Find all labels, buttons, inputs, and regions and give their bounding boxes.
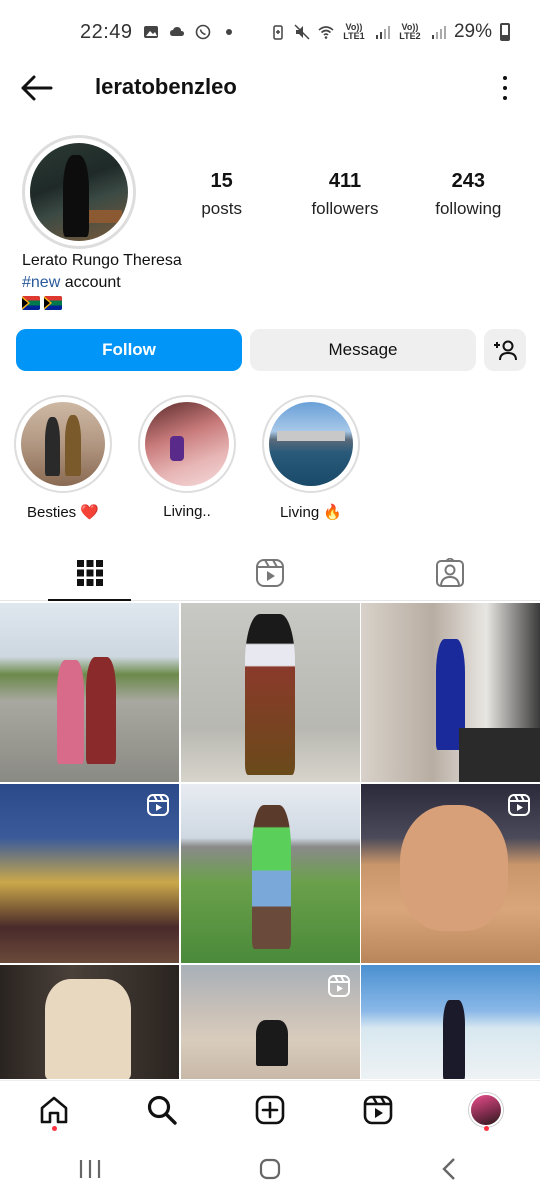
reel-badge-icon	[327, 975, 350, 997]
recent-apps-icon	[79, 1160, 101, 1178]
profile-stats: 15 posts 411 followers 243 following	[160, 170, 530, 219]
following-label: following	[435, 199, 502, 218]
follow-button[interactable]: Follow	[16, 329, 242, 371]
battery-percent: 29%	[453, 21, 492, 42]
nav-profile[interactable]	[456, 1085, 516, 1135]
profile-avatar[interactable]	[22, 135, 136, 249]
followers-label: followers	[311, 199, 379, 218]
clock: 22:49	[80, 20, 133, 43]
post-thumbnail[interactable]	[0, 603, 179, 782]
reels-icon	[363, 1095, 393, 1124]
post-thumbnail[interactable]	[361, 603, 540, 782]
nav-home[interactable]	[24, 1085, 84, 1135]
bottom-nav	[0, 1080, 540, 1138]
full-name: Lerato Rungo Theresa	[22, 252, 182, 269]
home-icon	[40, 1096, 68, 1123]
bio-hashtag-link[interactable]: #new	[22, 274, 60, 291]
grid-icon	[77, 559, 103, 586]
more-options-icon[interactable]	[500, 76, 510, 100]
tagged-icon	[436, 557, 464, 587]
following-stat[interactable]: 243 following	[413, 170, 523, 219]
highlight-item[interactable]: Living..	[138, 395, 236, 521]
message-button[interactable]: Message	[250, 329, 476, 371]
post-thumbnail[interactable]	[0, 965, 179, 1079]
highlight-item[interactable]: Living 🔥	[262, 395, 360, 521]
chevron-left-icon	[442, 1158, 455, 1180]
post-thumbnail[interactable]	[0, 784, 179, 963]
south-africa-flag-icon	[22, 296, 40, 310]
post-thumbnail[interactable]	[361, 965, 540, 1079]
nav-create[interactable]	[240, 1085, 300, 1135]
profile-actions: Follow Message	[16, 329, 526, 371]
username-title: leratobenzleo	[95, 74, 237, 99]
profile-header: leratobenzleo	[0, 64, 540, 112]
system-nav-bar	[0, 1138, 540, 1200]
posts-count: 15	[210, 170, 233, 192]
back-arrow-icon[interactable]	[20, 74, 54, 102]
signal-icon	[431, 26, 446, 39]
system-back-button[interactable]	[430, 1149, 470, 1189]
lte1-label: Vo)) LTE1	[343, 22, 365, 41]
gallery-icon	[143, 26, 158, 38]
mute-icon	[294, 24, 310, 40]
add-person-icon	[494, 340, 517, 361]
create-icon	[255, 1095, 285, 1124]
whatsapp-icon	[195, 24, 210, 40]
post-thumbnail[interactable]	[180, 784, 360, 963]
highlight-label: Besties ❤️	[26, 504, 100, 521]
highlight-item[interactable]: Besties ❤️	[14, 395, 112, 521]
battery-icon	[500, 23, 510, 41]
story-highlights: Besties ❤️ Living.. Living 🔥	[14, 395, 360, 521]
posts-label: posts	[201, 199, 242, 218]
notification-dot	[483, 1125, 489, 1131]
search-icon	[147, 1095, 177, 1125]
posts-stat[interactable]: 15 posts	[167, 170, 277, 219]
profile-avatar	[469, 1092, 503, 1127]
reel-badge-icon	[508, 794, 530, 816]
profile-tabs	[0, 545, 540, 601]
following-count: 243	[451, 170, 485, 192]
bio-text: account	[60, 274, 121, 291]
cloud-icon	[169, 27, 184, 36]
lte2-label: Vo)) LTE2	[399, 22, 421, 41]
south-africa-flag-icon	[44, 296, 62, 310]
bio-flags	[22, 296, 182, 310]
highlight-label: Living..	[163, 503, 211, 520]
posts-grid	[0, 603, 540, 1079]
tab-tagged[interactable]	[360, 545, 540, 600]
post-thumbnail[interactable]	[361, 784, 540, 963]
battery-saver-icon	[273, 25, 283, 40]
reels-icon	[256, 558, 284, 587]
wifi-icon	[318, 26, 334, 39]
followers-stat[interactable]: 411 followers	[290, 170, 400, 219]
nav-search[interactable]	[132, 1085, 192, 1135]
tab-posts-grid[interactable]	[0, 545, 180, 601]
followers-count: 411	[328, 170, 362, 192]
status-bar: 22:49 Vo)) LTE1 Vo)) LTE2 29%	[0, 0, 540, 64]
home-button[interactable]	[250, 1149, 290, 1189]
bio-line: #new account	[22, 272, 182, 294]
signal-icon	[375, 26, 390, 39]
post-thumbnail[interactable]	[180, 603, 360, 782]
home-button-icon	[259, 1158, 281, 1180]
notification-dot	[51, 1125, 57, 1131]
highlight-label: Living 🔥	[279, 504, 343, 521]
post-thumbnail[interactable]	[180, 965, 360, 1079]
dot-icon	[225, 29, 232, 35]
profile-bio: Lerato Rungo Theresa #new account	[22, 250, 182, 310]
recent-apps-button[interactable]	[70, 1149, 110, 1189]
suggested-users-button[interactable]	[484, 329, 526, 371]
reel-badge-icon	[147, 794, 169, 816]
tab-reels[interactable]	[180, 545, 360, 600]
nav-reels[interactable]	[348, 1085, 408, 1135]
